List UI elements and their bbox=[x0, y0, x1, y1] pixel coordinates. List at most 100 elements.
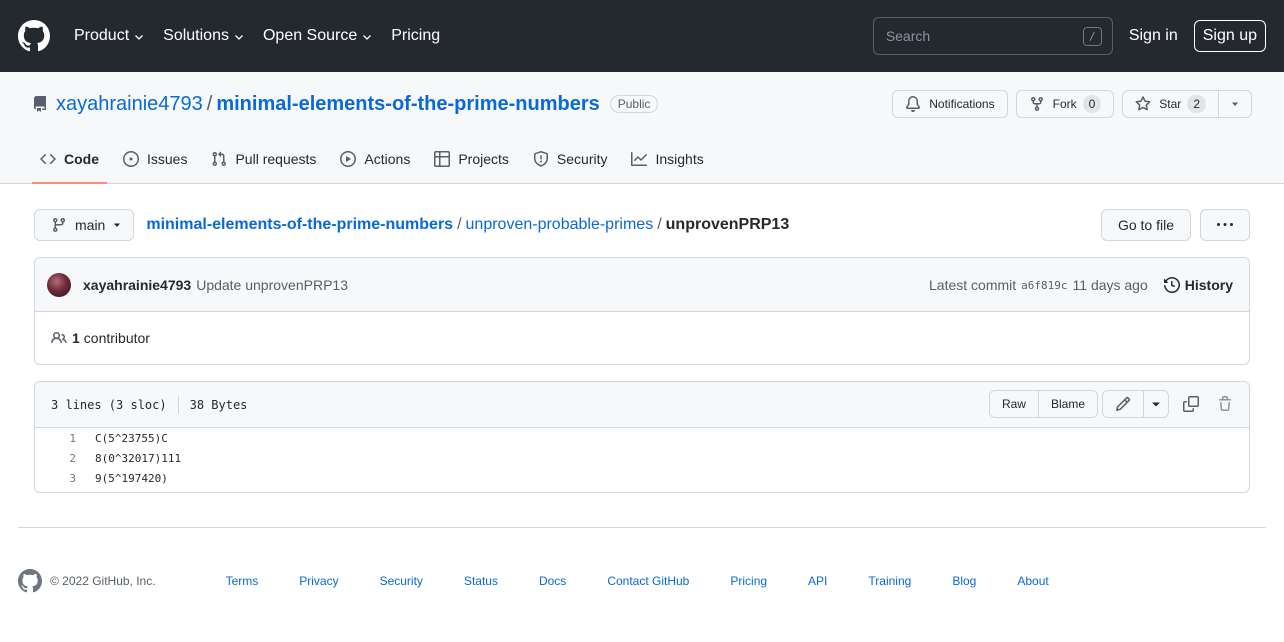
branch-select-button[interactable]: main bbox=[34, 209, 135, 241]
line-number[interactable]: 3 bbox=[35, 472, 76, 485]
info-divider bbox=[177, 395, 179, 414]
commit-sha-link[interactable]: a6f819c bbox=[1021, 279, 1067, 292]
line-number[interactable]: 2 bbox=[35, 452, 76, 465]
history-link[interactable]: History bbox=[1163, 277, 1233, 293]
notifications-button[interactable]: Notifications bbox=[892, 90, 1008, 118]
footer-link-security[interactable]: Security bbox=[380, 574, 423, 588]
footer-link-docs[interactable]: Docs bbox=[539, 574, 566, 588]
file-nav-actions: Go to file bbox=[1100, 209, 1250, 241]
footer-link-status[interactable]: Status bbox=[464, 574, 498, 588]
repo-path-separator: / bbox=[206, 92, 213, 115]
breadcrumb-separator: / bbox=[457, 216, 462, 233]
nav-product[interactable]: Product bbox=[74, 27, 145, 45]
repo-header: xayahrainie4793 / minimal-elements-of-th… bbox=[0, 72, 1284, 184]
tab-code[interactable]: Code bbox=[32, 135, 107, 184]
tab-projects[interactable]: Projects bbox=[426, 135, 517, 183]
footer-link-contact[interactable]: Contact GitHub bbox=[607, 574, 689, 588]
nav-solutions[interactable]: Solutions bbox=[163, 27, 245, 45]
edit-button[interactable] bbox=[1102, 390, 1144, 418]
footer-link-about[interactable]: About bbox=[1017, 574, 1048, 588]
star-dropdown-button[interactable] bbox=[1219, 90, 1252, 118]
footer-copyright: © 2022 GitHub, Inc. bbox=[50, 574, 156, 588]
code-line: 3 9(5^197420) bbox=[35, 468, 1249, 488]
nav-open-source-label: Open Source bbox=[262, 27, 358, 44]
footer-link-pricing[interactable]: Pricing bbox=[730, 574, 767, 588]
visibility-badge: Public bbox=[609, 95, 659, 113]
sign-up-button[interactable]: Sign up bbox=[1193, 20, 1266, 52]
contributors-count: 1 bbox=[72, 330, 80, 346]
copy-icon bbox=[1183, 396, 1199, 412]
repo-icon bbox=[34, 96, 46, 112]
footer-link-terms[interactable]: Terms bbox=[226, 574, 259, 588]
copy-button[interactable] bbox=[1179, 396, 1203, 412]
play-icon bbox=[340, 151, 357, 167]
tab-actions[interactable]: Actions bbox=[332, 135, 418, 183]
breadcrumb-dir-link[interactable]: unproven-probable-primes bbox=[466, 216, 654, 234]
footer-link-blog[interactable]: Blog bbox=[952, 574, 976, 588]
tab-issues[interactable]: Issues bbox=[115, 135, 195, 183]
star-button[interactable]: Star 2 bbox=[1122, 90, 1219, 118]
delete-button[interactable] bbox=[1213, 396, 1237, 412]
breadcrumb-separator: / bbox=[657, 216, 662, 233]
github-logo-icon[interactable] bbox=[18, 20, 50, 52]
avatar[interactable] bbox=[47, 272, 71, 297]
commit-message-link[interactable]: Update unprovenPRP13 bbox=[196, 277, 348, 293]
repo-forked-icon bbox=[1030, 97, 1043, 112]
commit-author-link[interactable]: xayahrainie4793 bbox=[83, 277, 191, 293]
star-icon bbox=[1135, 96, 1151, 111]
raw-button[interactable]: Raw bbox=[988, 390, 1039, 418]
edit-dropdown-button[interactable] bbox=[1144, 390, 1169, 418]
nav-open-source[interactable]: Open Source bbox=[263, 27, 373, 45]
footer-link-privacy[interactable]: Privacy bbox=[299, 574, 338, 588]
search-shortcut-key: / bbox=[1082, 26, 1102, 46]
breadcrumb: minimal-elements-of-the-prime-numbers / … bbox=[146, 216, 789, 234]
file-lines-info: 3 lines (3 sloc) bbox=[51, 397, 167, 412]
github-mark-icon[interactable] bbox=[18, 569, 42, 593]
code-icon bbox=[40, 153, 56, 165]
trash-icon bbox=[1219, 396, 1231, 411]
line-content: 8(0^32017)111 bbox=[95, 451, 182, 465]
notifications-label: Notifications bbox=[929, 97, 995, 111]
footer-row: © 2022 GitHub, Inc. Terms Privacy Securi… bbox=[18, 569, 1266, 593]
tab-security-label: Security bbox=[556, 151, 608, 167]
contributors-row: 1 contributor bbox=[35, 312, 1249, 364]
tab-insights-label: Insights bbox=[655, 151, 704, 167]
search-input[interactable]: Search / bbox=[872, 17, 1113, 55]
repo-name-link[interactable]: minimal-elements-of-the-prime-numbers bbox=[216, 93, 599, 116]
nav-pricing-label: Pricing bbox=[391, 27, 441, 44]
star-label: Star bbox=[1159, 97, 1182, 111]
repo-owner-link[interactable]: xayahrainie4793 bbox=[56, 93, 203, 116]
latest-commit-label: Latest commit bbox=[929, 277, 1017, 293]
triangle-down-icon bbox=[114, 223, 121, 227]
branch-name: main bbox=[75, 217, 106, 233]
footer-link-api[interactable]: API bbox=[808, 574, 827, 588]
fork-button[interactable]: Fork 0 bbox=[1015, 90, 1115, 118]
tab-insights[interactable]: Insights bbox=[623, 135, 711, 183]
triangle-down-icon bbox=[1152, 402, 1160, 407]
git-pull-request-icon bbox=[212, 151, 227, 167]
sign-in-link[interactable]: Sign in bbox=[1129, 27, 1178, 45]
global-header: Product Solutions Open Source Pricing Se… bbox=[0, 0, 1284, 72]
breadcrumb-repo-link[interactable]: minimal-elements-of-the-prime-numbers bbox=[146, 216, 453, 234]
tab-code-label: Code bbox=[64, 151, 99, 167]
file-header: 3 lines (3 sloc) 38 Bytes Raw Blame bbox=[35, 382, 1249, 428]
fork-label: Fork bbox=[1052, 97, 1077, 111]
commit-meta: Latest commit a6f819c 11 days ago Histor… bbox=[929, 258, 1233, 312]
bell-icon bbox=[906, 96, 921, 112]
line-number[interactable]: 1 bbox=[35, 432, 76, 445]
chevron-down-icon bbox=[135, 35, 144, 40]
table-icon bbox=[434, 151, 451, 167]
blame-button[interactable]: Blame bbox=[1038, 390, 1098, 418]
footer-link-training[interactable]: Training bbox=[868, 574, 911, 588]
nav-pricing[interactable]: Pricing bbox=[391, 27, 440, 45]
tab-pull-requests[interactable]: Pull requests bbox=[203, 135, 324, 183]
star-count: 2 bbox=[1187, 95, 1206, 113]
top-nav: Product Solutions Open Source Pricing bbox=[74, 27, 458, 45]
go-to-file-button[interactable]: Go to file bbox=[1100, 209, 1191, 241]
tab-security[interactable]: Security bbox=[525, 135, 616, 183]
raw-blame-group: Raw Blame bbox=[988, 390, 1098, 418]
more-options-button[interactable] bbox=[1200, 209, 1250, 241]
contributors-label: contributor bbox=[83, 330, 150, 346]
tab-pull-requests-label: Pull requests bbox=[235, 151, 317, 167]
issue-opened-icon bbox=[123, 151, 139, 167]
